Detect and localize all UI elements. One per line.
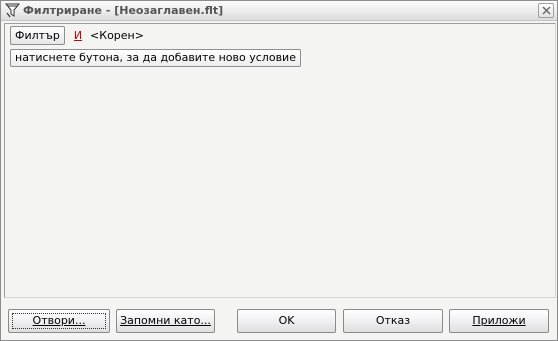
filter-editor-area[interactable]: Филтър И <Корен> натиснете бутона, за да… bbox=[4, 23, 556, 298]
save-as-button-label: Запомни като... bbox=[120, 314, 211, 327]
apply-button[interactable]: Приложи bbox=[449, 309, 549, 333]
and-operator-link[interactable]: И bbox=[74, 29, 82, 42]
root-node-label: <Корен> bbox=[90, 29, 144, 42]
apply-button-label: Приложи bbox=[472, 314, 526, 327]
close-button[interactable] bbox=[538, 3, 554, 18]
add-condition-button[interactable]: натиснете бутона, за да добавите ново ус… bbox=[10, 49, 301, 67]
filter-root-row: Филтър И <Корен> bbox=[10, 26, 144, 45]
cancel-button[interactable]: Отказ bbox=[343, 309, 443, 333]
open-button-label: Отвори... bbox=[32, 314, 86, 327]
open-button[interactable]: Отвори... bbox=[8, 309, 110, 333]
window-title: Филтриране - [Неозаглавен.flt] bbox=[23, 4, 224, 17]
title-bar[interactable]: Филтриране - [Неозаглавен.flt] bbox=[1, 1, 557, 21]
dialog-button-bar: Отвори... Запомни като... OK Отказ Прило… bbox=[1, 299, 557, 340]
filter-funnel-icon bbox=[4, 3, 21, 18]
filter-dialog-window: Филтриране - [Неозаглавен.flt] Филтър И … bbox=[0, 0, 558, 341]
cancel-button-label: Отказ bbox=[375, 314, 411, 327]
filter-button[interactable]: Филтър bbox=[10, 26, 65, 45]
save-as-button[interactable]: Запомни като... bbox=[116, 309, 215, 333]
ok-button[interactable]: OK bbox=[237, 309, 336, 333]
ok-button-label: OK bbox=[278, 314, 295, 327]
close-icon bbox=[542, 6, 551, 15]
